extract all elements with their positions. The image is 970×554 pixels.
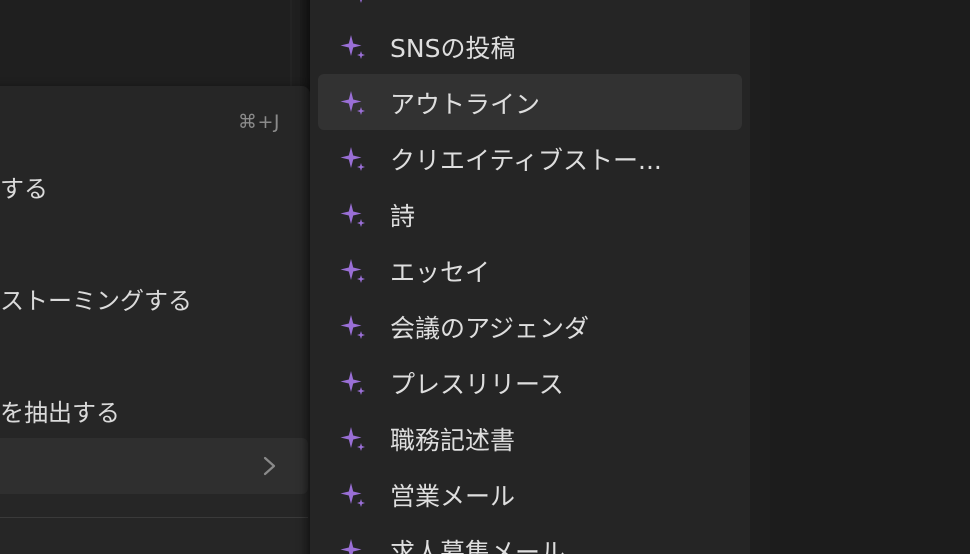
sparkle-icon (340, 91, 365, 115)
submenu-item-label: 求人募集メール (390, 538, 566, 554)
sparkle-icon (340, 259, 365, 283)
submenu-item-recruitment-email[interactable]: 求人募集メール (318, 522, 742, 554)
submenu-right-backdrop (750, 0, 770, 554)
submenu-item-press-release[interactable]: プレスリリース (318, 354, 742, 410)
submenu-item-label: クリエイティブストー... (390, 146, 662, 175)
submenu-item-cut-top[interactable] (318, 0, 742, 18)
submenu-item-label: SNSの投稿 (390, 34, 516, 63)
menu-item-extract[interactable]: を抽出する (0, 393, 120, 428)
sparkle-icon (340, 427, 365, 451)
menu-item-brainstorm[interactable]: ストーミングする (0, 281, 192, 316)
submenu-item-label: 職務記述書 (390, 426, 516, 455)
submenu-item-label: 詩 (390, 202, 416, 231)
app-window: ⌘+J する ストーミングする を抽出する SNSの投稿 アウトラインクリエイティ… (0, 0, 970, 554)
sparkle-icon (340, 539, 362, 554)
submenu-item-creative-story[interactable]: クリエイティブストー... (318, 130, 742, 186)
submenu-item-job-description[interactable]: 職務記述書 (318, 410, 742, 466)
chevron-right-icon (263, 456, 276, 476)
submenu-item-essay[interactable]: エッセイ (318, 242, 742, 298)
submenu-item-sales-email[interactable]: 営業メール (318, 466, 742, 522)
submenu-item-label: 営業メール (390, 482, 516, 511)
shortcut-hint: ⌘+J (238, 111, 281, 133)
menu-item-action-1[interactable]: する (0, 169, 48, 204)
sparkle-icon (340, 147, 365, 171)
sparkle-icon (340, 483, 365, 507)
editor-background (0, 0, 300, 86)
submenu-item-label: 会議のアジェンダ (390, 314, 590, 343)
submenu-item-sns-post[interactable]: SNSの投稿 (318, 18, 742, 74)
sparkle-icon (340, 371, 365, 395)
sparkle-icon (340, 203, 365, 227)
menu-divider (0, 517, 308, 518)
submenu-item-label: アウトライン (390, 90, 541, 119)
submenu-item-outline[interactable]: アウトライン (318, 74, 742, 130)
sparkle-icon (360, 0, 362, 3)
editor-divider (290, 0, 292, 86)
sparkle-icon (340, 35, 365, 59)
submenu-item-label: エッセイ (390, 258, 491, 287)
submenu-item-poem[interactable]: 詩 (318, 186, 742, 242)
submenu-item-meeting-agenda[interactable]: 会議のアジェンダ (318, 298, 742, 354)
submenu-item-label: プレスリリース (390, 370, 564, 399)
sparkle-icon (340, 315, 365, 339)
